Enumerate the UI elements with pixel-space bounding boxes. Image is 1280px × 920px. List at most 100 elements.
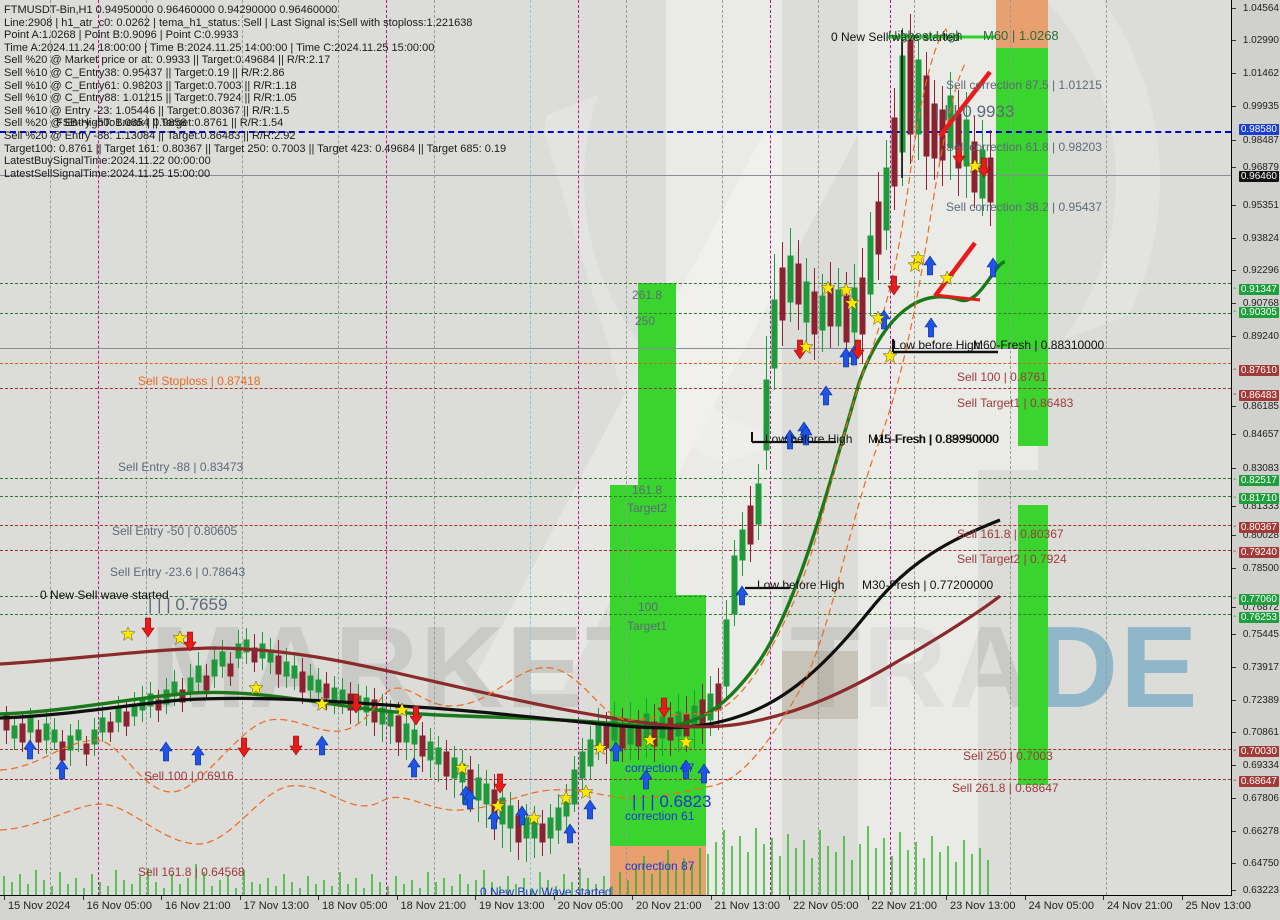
time-tick-label: 16 Nov 21:00 bbox=[165, 900, 231, 912]
price-chip-dash: - bbox=[1233, 283, 1237, 294]
price-chip-red[interactable]: 0.87610 bbox=[1238, 365, 1279, 376]
annotation-point-value-6823[interactable]: | | | 0.6823 bbox=[632, 793, 711, 810]
price-tick-label: 0.86185 bbox=[1242, 401, 1279, 412]
info-line-11: Target100: 0.8761 || Target 161: 0.80367… bbox=[4, 142, 507, 155]
price-chip-value: 0.68647 bbox=[1238, 776, 1279, 787]
price-tick-mark bbox=[1232, 270, 1236, 271]
time-tick-label: 24 Nov 05:00 bbox=[1028, 900, 1094, 912]
price-chip-green[interactable]: 0.82517 bbox=[1238, 475, 1279, 486]
price-tick-label: 0.67806 bbox=[1242, 793, 1279, 804]
price-chip-value: 0.96460 bbox=[1238, 171, 1279, 182]
time-tick-mark bbox=[789, 896, 790, 900]
info-line-6: Sell %10 @ C_Entry61: 0.98203 || Target:… bbox=[4, 79, 297, 92]
time-tick-mark bbox=[318, 896, 319, 900]
price-tick-label: 0.63223 bbox=[1242, 885, 1279, 896]
price-tick-mark bbox=[1232, 434, 1236, 435]
annotation-sell-correction-875[interactable]: Sell correction 87.5 | 1.01215 bbox=[946, 79, 1102, 92]
time-tick-mark bbox=[710, 896, 712, 900]
info-line-5: Sell %10 @ C_Entry38: 0.95437 || Target:… bbox=[4, 66, 285, 79]
price-tick-mark bbox=[1232, 607, 1236, 608]
annotation-fib-target2[interactable]: Target2 bbox=[627, 502, 667, 515]
price-chip-value: 0.87610 bbox=[1238, 365, 1279, 376]
annotation-correction-61[interactable]: correction 61 bbox=[625, 810, 694, 823]
price-chip-red[interactable]: 0.86483 bbox=[1238, 390, 1279, 401]
price-tick-mark bbox=[1232, 8, 1236, 9]
annotation-m60-level[interactable]: M60 | 1.0268 bbox=[983, 29, 1059, 42]
annotation-sell-entry-50[interactable]: Sell Entry -50 | 0.80605 bbox=[112, 525, 237, 538]
annotation-sell-target1[interactable]: Sell Target1 | 0.86483 bbox=[957, 397, 1073, 410]
annotation-low-before-high-m15[interactable]: Low before High bbox=[765, 433, 852, 446]
price-chip-dash: - bbox=[1233, 306, 1237, 317]
annotation-m60-fresh[interactable]: M60-Fresh | 0.88310000 bbox=[973, 339, 1104, 352]
price-tick-label: 0.70861 bbox=[1242, 727, 1279, 738]
red-impulse-line-2 bbox=[933, 241, 977, 298]
price-tick-mark bbox=[1232, 732, 1236, 733]
price-tick-mark bbox=[1232, 535, 1236, 536]
price-chip-value: 0.86483 bbox=[1238, 390, 1279, 401]
price-tick-label: 0.93824 bbox=[1242, 233, 1279, 244]
annotation-fib-1618[interactable]: 161.8 bbox=[632, 484, 662, 497]
price-chip-dash: - bbox=[1233, 521, 1237, 532]
annotation-fib-100[interactable]: 100 bbox=[638, 601, 658, 614]
price-chip-dash: - bbox=[1233, 364, 1237, 375]
annotation-sell-correction-382[interactable]: Sell correction 38.2 | 0.95437 bbox=[946, 201, 1102, 214]
annotation-low-before-high-m60[interactable]: Low before High bbox=[893, 339, 980, 352]
annotation-new-buy-wave[interactable]: 0 New Buy Wave started bbox=[480, 886, 612, 896]
annotation-sell-stoploss[interactable]: Sell Stoploss | 0.87418 bbox=[138, 375, 261, 388]
annotation-sell-entry-88[interactable]: Sell Entry -88 | 0.83473 bbox=[118, 461, 243, 474]
annotation-sell-2618[interactable]: Sell 261.8 | 0.68647 bbox=[952, 782, 1059, 795]
annotation-point-b-value[interactable]: | | | 0.7659 bbox=[148, 596, 227, 613]
time-tick-label: 23 Nov 13:00 bbox=[950, 900, 1016, 912]
annotation-highest-high[interactable]: Highest High bbox=[888, 29, 962, 42]
time-tick-mark bbox=[1181, 896, 1183, 900]
price-chip-red[interactable]: 0.68647 bbox=[1238, 776, 1279, 787]
price-chip-green[interactable]: 0.81710 bbox=[1238, 493, 1279, 504]
annotation-m5-fresh[interactable]: M5-Fresh | 0.88390000 bbox=[874, 433, 999, 446]
time-tick-mark bbox=[475, 896, 476, 900]
price-tick-label: 0.99935 bbox=[1242, 101, 1279, 112]
annotation-sell-100[interactable]: Sell 100 | 0.8761 bbox=[957, 371, 1047, 384]
annotation-sell-1618[interactable]: Sell 161.8 | 0.80367 bbox=[957, 528, 1064, 541]
price-chip-green[interactable]: 0.76253 bbox=[1238, 612, 1279, 623]
price-chip-green[interactable]: 0.77060 bbox=[1238, 594, 1279, 605]
annotation-sell-250[interactable]: Sell 250 | 0.7003 bbox=[963, 750, 1053, 763]
annotation-point-c-value[interactable]: | | | 0.9933 bbox=[935, 103, 1014, 120]
annotation-correction-87-top[interactable]: correction 87 bbox=[625, 762, 694, 775]
annotation-sell-100-left[interactable]: Sell 100 | 0.6916 bbox=[144, 770, 234, 783]
price-tick-label: 0.78500 bbox=[1242, 563, 1279, 574]
fsb-high-to-break-label: FSB-HighToBreak | 0.9858 bbox=[56, 117, 187, 129]
annotation-sell-correction-618[interactable]: Sell correction 61.8 | 0.98203 bbox=[946, 141, 1102, 154]
price-chip-black[interactable]: 0.96460 bbox=[1238, 171, 1279, 182]
price-chip-green[interactable]: 0.91347 bbox=[1238, 284, 1279, 295]
price-chip-green[interactable]: 0.90305 bbox=[1238, 307, 1279, 318]
annotation-m30-fresh[interactable]: M30-Fresh | 0.77200000 bbox=[862, 579, 993, 592]
info-line-1: Line:2908 | h1_atr_c0: 0.0262 | tema_h1_… bbox=[4, 16, 473, 29]
price-tick-label: 0.72389 bbox=[1242, 695, 1279, 706]
price-chip-blue[interactable]: 0.98580 bbox=[1238, 124, 1279, 135]
price-axis[interactable]: 1.04564 1.02990 1.01462 0.99935 0.98487 0.968… bbox=[1232, 0, 1280, 896]
price-tick-mark bbox=[1232, 406, 1236, 407]
price-tick-label: 1.04564 bbox=[1242, 3, 1279, 14]
annotation-sell-target2[interactable]: Sell Target2 | 0.7924 bbox=[957, 553, 1067, 566]
price-chip-red[interactable]: 0.80367 bbox=[1238, 522, 1279, 533]
time-axis[interactable]: 15 Nov 2024 16 Nov 05:00 16 Nov 21:00 17 No… bbox=[0, 896, 1280, 920]
buy-arrow-group bbox=[23, 255, 1000, 844]
price-tick-label: 0.73917 bbox=[1242, 662, 1279, 673]
annotation-fib-250[interactable]: 250 bbox=[635, 315, 655, 328]
price-tick-label: 0.89240 bbox=[1242, 331, 1279, 342]
price-tick-mark bbox=[1232, 890, 1236, 891]
price-tick-label: 0.98487 bbox=[1242, 135, 1279, 146]
price-tick-mark bbox=[1232, 831, 1236, 832]
annotation-fib-2618[interactable]: 261.8 bbox=[632, 289, 662, 302]
annotation-sell-1618-left[interactable]: Sell 161.8 | 0.64568 bbox=[138, 866, 245, 879]
price-chip-red[interactable]: 0.70030 bbox=[1238, 746, 1279, 757]
annotation-correction-87[interactable]: correction 87 bbox=[625, 860, 694, 873]
price-chip-red[interactable]: 0.79240 bbox=[1238, 547, 1279, 558]
price-tick-mark bbox=[1232, 765, 1236, 766]
price-chip-dash: - bbox=[1233, 593, 1237, 604]
chart-plot-area[interactable]: MARKET TRADE 0 New Sell wave started Hig… bbox=[0, 0, 1232, 896]
annotation-fib-target1[interactable]: Target1 bbox=[627, 620, 667, 633]
annotation-sell-entry-236[interactable]: Sell Entry -23.6 | 0.78643 bbox=[110, 566, 245, 579]
price-tick-mark bbox=[1232, 205, 1236, 206]
annotation-low-before-high-m30[interactable]: Low before High bbox=[757, 579, 844, 592]
